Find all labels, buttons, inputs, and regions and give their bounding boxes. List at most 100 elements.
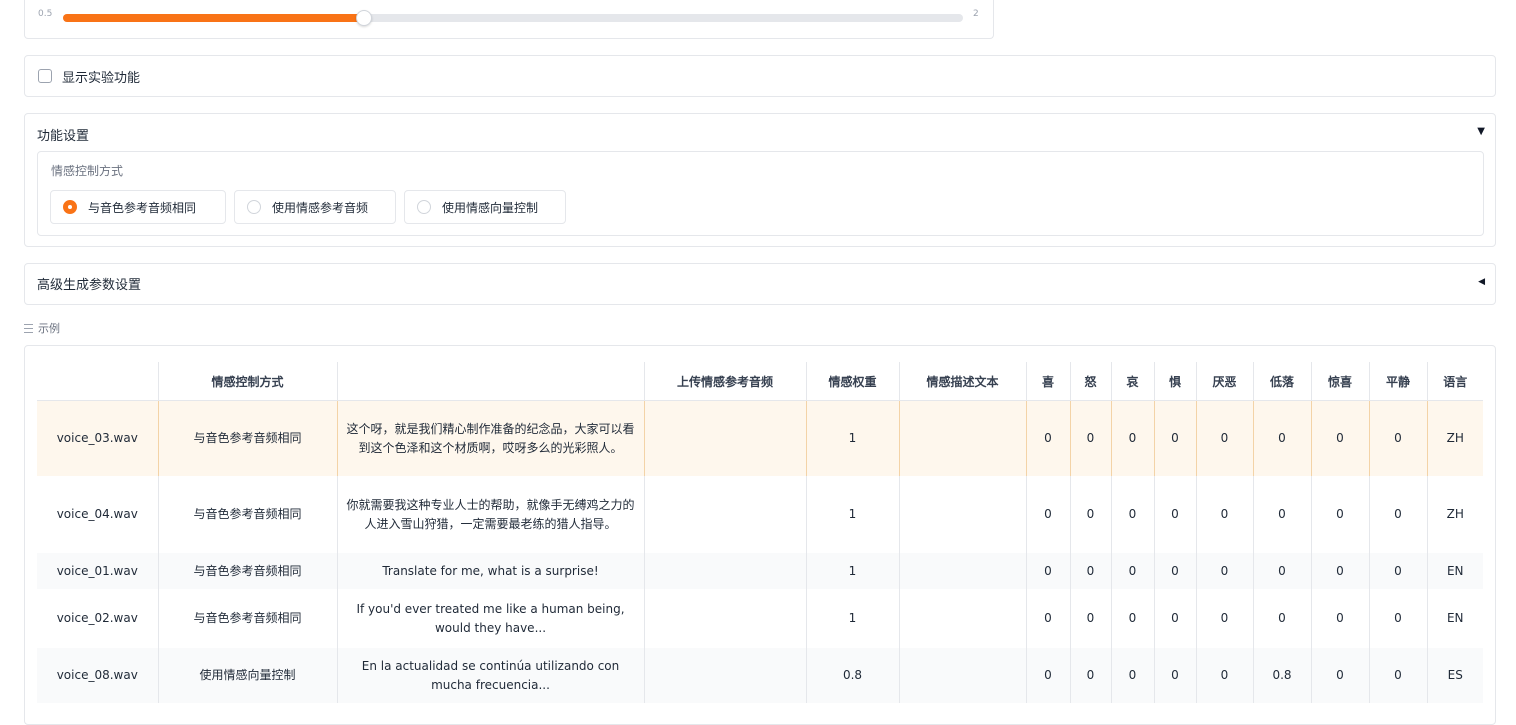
table-cell: 与音色参考音频相同: [158, 400, 338, 476]
column-header: 怒: [1070, 362, 1112, 401]
emotion-control-group: 情感控制方式 与音色参考音频相同 使用情感参考音频 使用情感向量控制: [37, 151, 1484, 236]
advanced-settings-accordion[interactable]: 高级生成参数设置 ◀: [24, 263, 1496, 305]
table-cell: 0: [1311, 400, 1370, 476]
table-cell: 0: [1253, 400, 1312, 476]
column-header: 情感控制方式: [158, 362, 338, 401]
expand-arrow-icon[interactable]: ◀: [1478, 277, 1485, 287]
radio-unchecked-icon[interactable]: [417, 200, 431, 214]
feature-settings-accordion: 功能设置 ▼ 情感控制方式 与音色参考音频相同 使用情感参考音频 使用情感向量控…: [24, 113, 1496, 247]
speed-slider-fill: [63, 14, 364, 22]
radio-checked-icon[interactable]: [63, 200, 77, 214]
table-cell: 1: [806, 589, 900, 648]
table-cell: If you'd ever treated me like a human be…: [337, 589, 645, 648]
radio-option-emotion-reference[interactable]: 使用情感参考音频: [234, 190, 396, 224]
column-header: [337, 362, 645, 401]
table-cell: [899, 476, 1027, 553]
example-row[interactable]: voice_03.wav 与音色参考音频相同 这个呀，就是我们精心制作准备的纪念…: [37, 400, 1483, 476]
table-cell: 0: [1111, 400, 1155, 476]
table-cell: 0: [1369, 589, 1428, 648]
table-cell: 你就需要我这种专业人士的帮助，就像手无缚鸡之力的人进入雪山狩猎，一定需要最老练的…: [337, 476, 645, 553]
table-cell: [899, 553, 1027, 589]
table-cell: 0: [1369, 553, 1428, 589]
table-cell: [899, 400, 1027, 476]
table-cell: 0: [1111, 589, 1155, 648]
example-row[interactable]: voice_01.wav 与音色参考音频相同 Translate for me,…: [37, 553, 1483, 589]
table-cell: Translate for me, what is a surprise!: [337, 553, 645, 589]
table-cell: 0: [1369, 400, 1428, 476]
examples-table: 情感控制方式 上传情感参考音频 情感权重 情感描述文本 喜 怒 哀 惧 厌恶 低…: [37, 362, 1483, 703]
column-header: 语言: [1427, 362, 1483, 401]
speed-slider-track[interactable]: [63, 10, 963, 26]
table-cell: 1: [806, 400, 900, 476]
table-cell: 0: [1196, 589, 1254, 648]
table-cell: 0: [1154, 400, 1197, 476]
table-cell: ES: [1427, 648, 1483, 703]
table-cell: 使用情感向量控制: [158, 648, 338, 703]
table-cell: 0.8: [1253, 648, 1312, 703]
column-header: 上传情感参考音频: [644, 362, 807, 401]
emotion-control-title: 情感控制方式: [51, 164, 124, 178]
experimental-checkbox[interactable]: [38, 69, 52, 83]
column-header: 平静: [1369, 362, 1428, 401]
slider-max-label: 2: [973, 9, 979, 19]
examples-panel: 情感控制方式 上传情感参考音频 情感权重 情感描述文本 喜 怒 哀 惧 厌恶 低…: [24, 345, 1496, 725]
example-row[interactable]: voice_04.wav 与音色参考音频相同 你就需要我这种专业人士的帮助，就像…: [37, 476, 1483, 553]
radio-option-label: 使用情感向量控制: [442, 200, 539, 215]
table-cell: 0: [1311, 589, 1370, 648]
experimental-panel: 显示实验功能: [24, 55, 1496, 97]
experimental-checkbox-label[interactable]: 显示实验功能: [62, 67, 140, 86]
table-cell: 0: [1111, 553, 1155, 589]
table-cell: [644, 400, 807, 476]
table-cell: 0: [1070, 589, 1112, 648]
table-cell: 0: [1311, 553, 1370, 589]
table-cell: 0: [1070, 553, 1112, 589]
speed-slider-thumb[interactable]: [355, 10, 372, 26]
table-cell: 与音色参考音频相同: [158, 589, 338, 648]
examples-label: 示例: [38, 322, 60, 335]
table-cell: [644, 476, 807, 553]
table-cell: 0: [1026, 648, 1071, 703]
table-cell: 0: [1070, 648, 1112, 703]
table-cell: 0: [1253, 553, 1312, 589]
collapse-arrow-icon[interactable]: ▼: [1477, 126, 1485, 137]
radio-option-same-as-timbre[interactable]: 与音色参考音频相同: [50, 190, 226, 224]
example-row[interactable]: voice_02.wav 与音色参考音频相同 If you'd ever tre…: [37, 589, 1483, 648]
radio-option-emotion-vector[interactable]: 使用情感向量控制: [404, 190, 566, 224]
advanced-settings-title[interactable]: 高级生成参数设置: [37, 274, 141, 293]
list-icon: [24, 323, 33, 333]
table-cell: 0: [1154, 648, 1197, 703]
table-cell: 0: [1026, 553, 1071, 589]
table-cell: En la actualidad se continúa utilizando …: [337, 648, 645, 703]
table-cell: [644, 589, 807, 648]
radio-unchecked-icon[interactable]: [247, 200, 261, 214]
table-cell: 0: [1026, 476, 1071, 553]
table-cell: 0: [1196, 648, 1254, 703]
table-cell: 0: [1196, 476, 1254, 553]
table-cell: 0: [1369, 476, 1428, 553]
table-cell: ZH: [1427, 400, 1483, 476]
table-cell: 0: [1026, 400, 1071, 476]
example-row[interactable]: voice_08.wav 使用情感向量控制 En la actualidad s…: [37, 648, 1483, 703]
table-cell: 0: [1253, 476, 1312, 553]
feature-settings-title[interactable]: 功能设置: [37, 125, 89, 144]
table-cell: 0: [1154, 476, 1197, 553]
table-cell: voice_04.wav: [37, 476, 159, 553]
radio-option-label: 与音色参考音频相同: [88, 200, 197, 215]
table-header-row: 情感控制方式 上传情感参考音频 情感权重 情感描述文本 喜 怒 哀 惧 厌恶 低…: [37, 362, 1483, 401]
table-cell: 与音色参考音频相同: [158, 553, 338, 589]
table-cell: EN: [1427, 553, 1483, 589]
table-cell: 1: [806, 553, 900, 589]
slider-min-label: 0.5: [38, 9, 53, 19]
column-header: 情感描述文本: [899, 362, 1027, 401]
table-cell: [644, 553, 807, 589]
table-cell: [899, 589, 1027, 648]
table-cell: 0: [1311, 648, 1370, 703]
column-header: 惧: [1154, 362, 1197, 401]
table-cell: 0: [1154, 589, 1197, 648]
table-cell: [644, 648, 807, 703]
column-header: 情感权重: [806, 362, 900, 401]
examples-heading: 示例: [24, 320, 60, 336]
table-cell: 0: [1196, 553, 1254, 589]
table-cell: 0: [1111, 476, 1155, 553]
table-cell: 1: [806, 476, 900, 553]
